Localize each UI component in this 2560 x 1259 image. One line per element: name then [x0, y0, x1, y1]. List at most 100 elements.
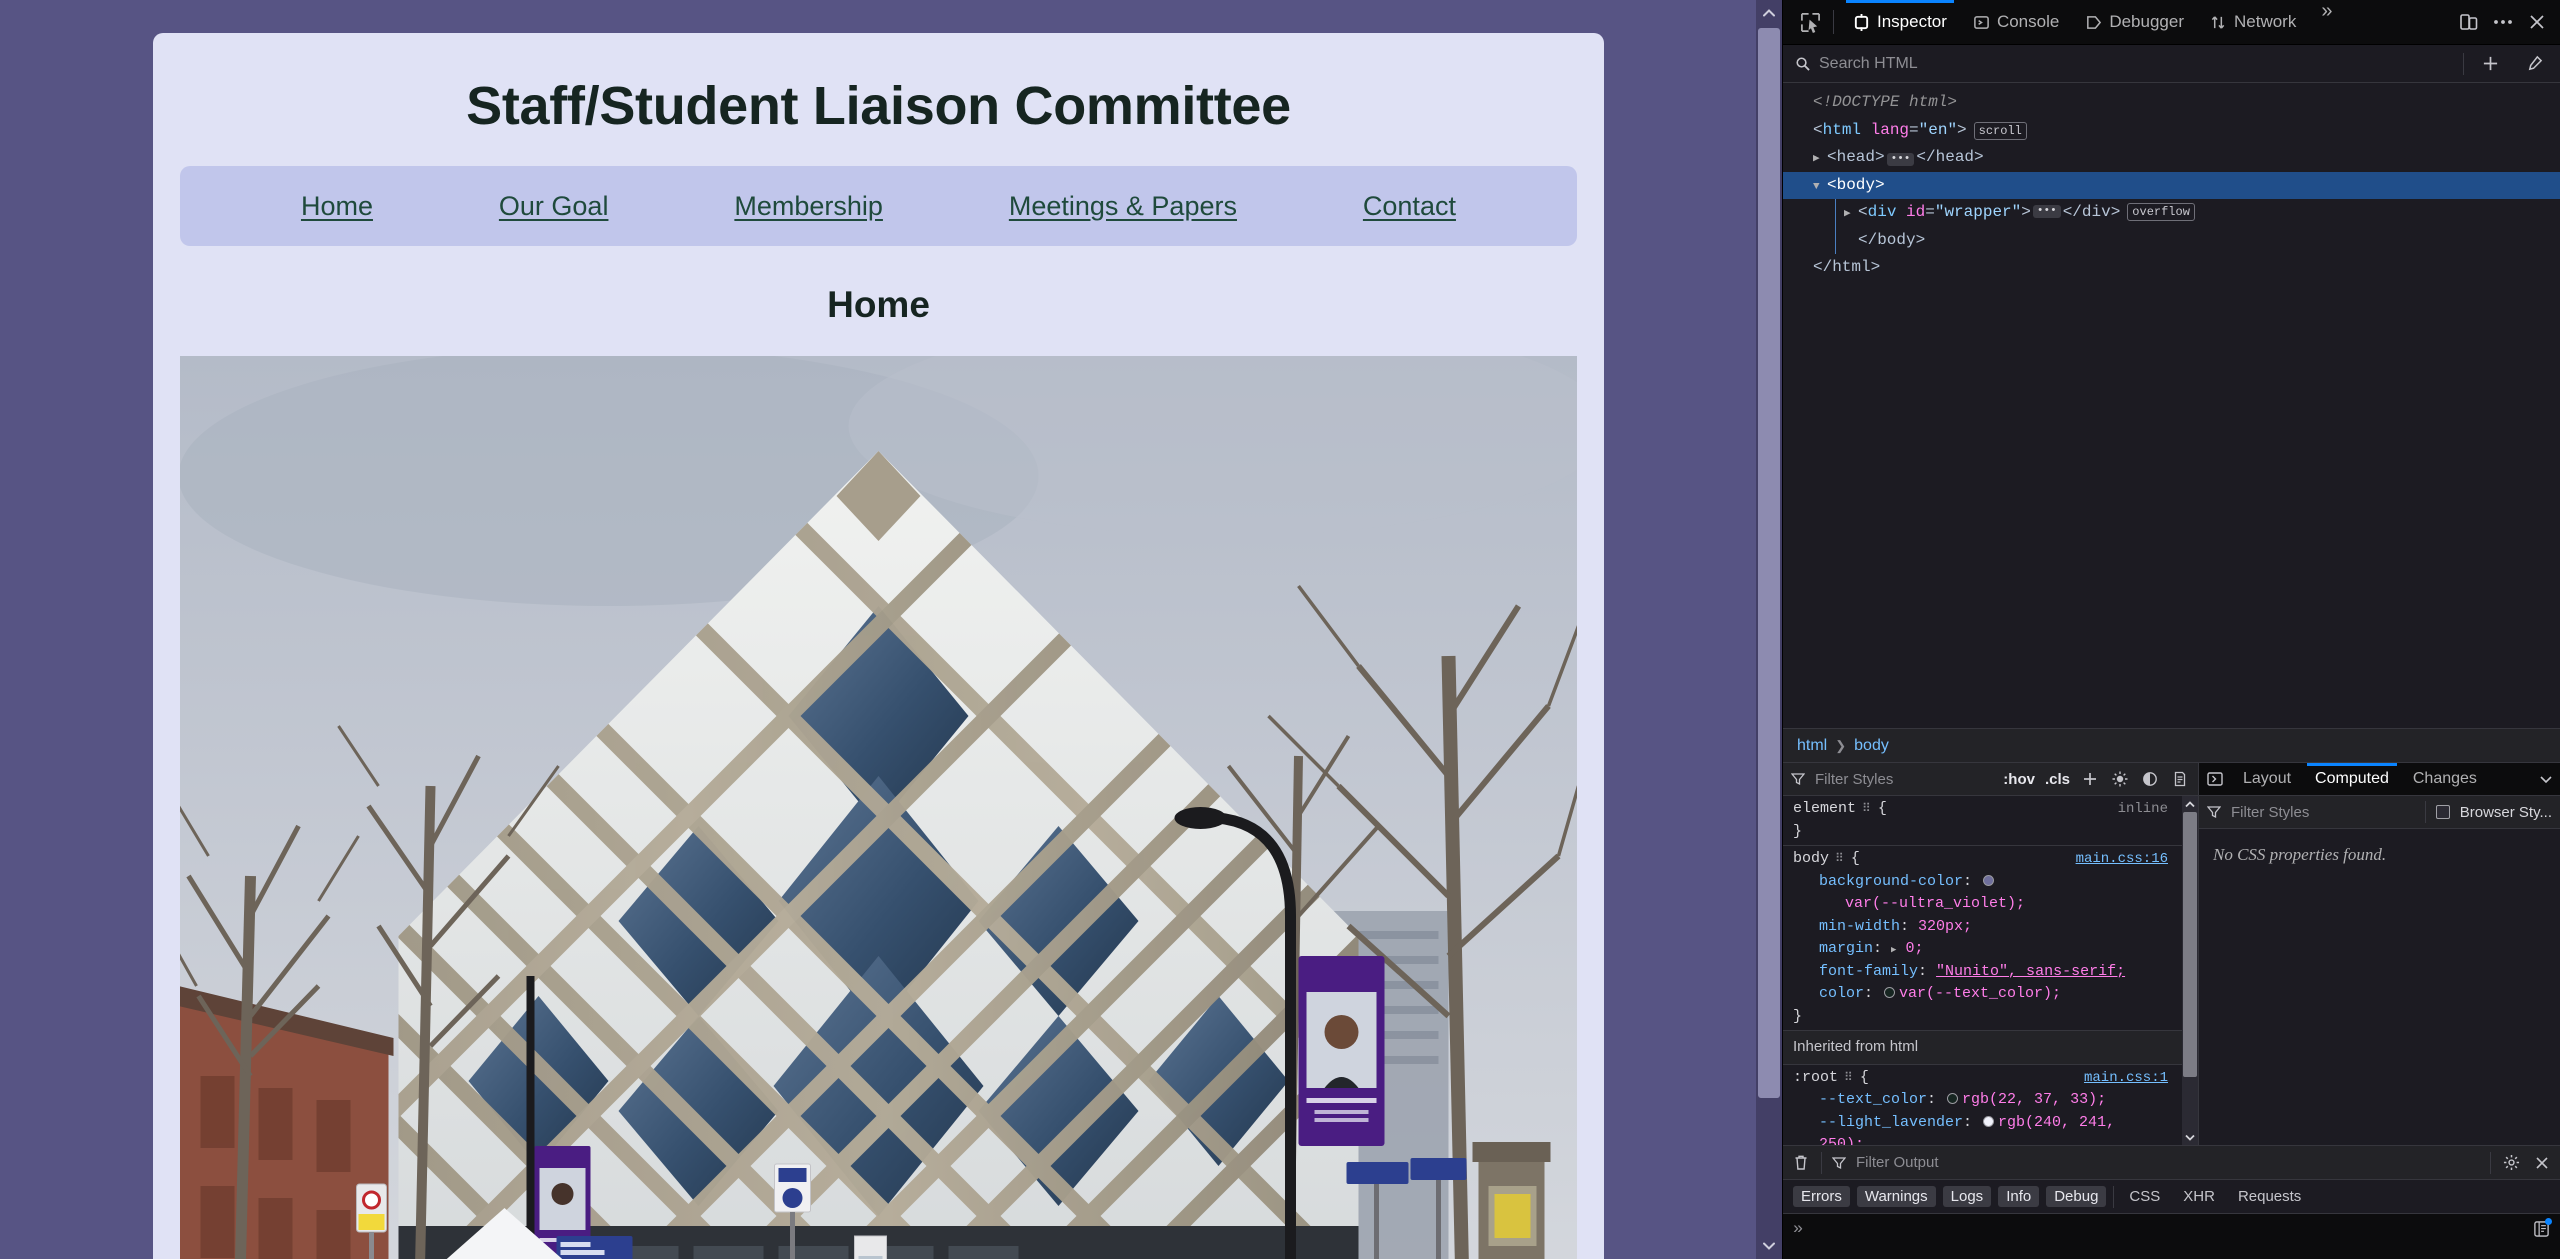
add-node-icon[interactable] — [2473, 55, 2508, 72]
scrollbar-up-arrow-icon[interactable] — [2185, 796, 2195, 812]
tab-changes[interactable]: Changes — [2401, 763, 2489, 795]
eyedropper-icon[interactable] — [2517, 55, 2552, 72]
nav-link-meetings-papers[interactable]: Meetings & Papers — [1009, 191, 1237, 222]
declaration-light-lavender[interactable]: --light_lavender: rgb(240, 241, 250); — [1793, 1112, 2168, 1146]
head-twisty-icon[interactable]: ▶ — [1813, 150, 1827, 169]
print-media-icon[interactable] — [2170, 771, 2190, 787]
declaration-property[interactable]: --light_lavender — [1819, 1114, 1963, 1131]
markup-line-body[interactable]: ▼ <body> — [1783, 171, 2560, 200]
more-options-icon[interactable] — [2486, 4, 2520, 40]
computed-filter-input[interactable]: Filter Styles — [2231, 804, 2309, 821]
declaration-margin[interactable]: margin: ▶ 0; — [1793, 938, 2168, 961]
css-rule-root[interactable]: :root ⠿ { main.css:1 --text_color: rgb(2… — [1783, 1065, 2198, 1146]
filter-requests-button[interactable]: Requests — [2230, 1186, 2309, 1207]
multiline-editor-icon[interactable] — [2533, 1218, 2552, 1238]
declaration-color[interactable]: color: var(--text_color); — [1793, 983, 2168, 1006]
breadcrumb-item-html[interactable]: html — [1797, 737, 1827, 755]
body-twisty-icon[interactable]: ▼ — [1813, 178, 1827, 197]
nav-link-our-goal[interactable]: Our Goal — [499, 191, 609, 222]
declaration-value[interactable]: 0; — [1905, 940, 1923, 957]
chevron-down-icon[interactable] — [2532, 763, 2560, 795]
rule-selector[interactable]: :root — [1793, 1067, 1838, 1090]
scrollbar-down-arrow-icon[interactable] — [2185, 1129, 2195, 1145]
scrollbar-thumb[interactable] — [1758, 28, 1780, 1098]
scrollbar-up-arrow-icon[interactable] — [1756, 0, 1782, 26]
console-filter-input[interactable]: Filter Output — [1856, 1154, 1939, 1171]
rule-source-link[interactable]: main.css:16 — [2076, 849, 2168, 870]
color-swatch[interactable] — [1983, 874, 1995, 886]
declaration-property[interactable]: margin — [1819, 940, 1873, 957]
responsive-design-mode-icon[interactable] — [2452, 4, 2486, 40]
color-swatch[interactable] — [1983, 1115, 1995, 1127]
declaration-value[interactable]: 320px; — [1918, 918, 1972, 935]
overflow-badge[interactable]: overflow — [2127, 202, 2195, 221]
styles-filter-input[interactable]: Filter Styles — [1815, 771, 1893, 788]
scrollbar-down-arrow-icon[interactable] — [1756, 1233, 1782, 1259]
markup-line-html[interactable]: < html lang = "en" > scroll — [1783, 117, 2560, 145]
filter-logs-button[interactable]: Logs — [1942, 1186, 1992, 1207]
declaration-property[interactable]: --text_color — [1819, 1091, 1927, 1108]
html-markup-view[interactable]: <!DOCTYPE html> < html lang = "en" > scroll … — [1783, 83, 2560, 728]
declaration-value[interactable]: var(--text_color); — [1899, 985, 2061, 1002]
page-scrollbar[interactable] — [1756, 0, 1782, 1259]
tab-network[interactable]: Network — [2197, 0, 2309, 45]
filter-warnings-button[interactable]: Warnings — [1856, 1186, 1936, 1207]
filter-xhr-button[interactable]: XHR — [2175, 1186, 2223, 1207]
tab-console[interactable]: Console — [1960, 0, 2072, 45]
add-rule-icon[interactable] — [2080, 771, 2100, 787]
declaration-property[interactable]: font-family — [1819, 963, 1918, 980]
breadcrumb-item-body[interactable]: body — [1854, 737, 1889, 755]
toggle-sidebar-icon[interactable] — [2199, 763, 2231, 795]
gear-icon[interactable] — [2501, 1154, 2522, 1171]
declaration-value[interactable]: "Nunito", sans-serif; — [1936, 963, 2125, 980]
declaration-min-width[interactable]: min-width: 320px; — [1793, 916, 2168, 939]
css-rule-element[interactable]: element ⠿ { inline } — [1783, 796, 2198, 846]
rule-source-link[interactable]: main.css:1 — [2084, 1068, 2168, 1089]
color-swatch[interactable] — [1884, 987, 1896, 998]
declaration-text-color[interactable]: --text_color: rgb(22, 37, 33); — [1793, 1089, 2168, 1112]
css-rule-body[interactable]: body ⠿ { main.css:16 background-color: v… — [1783, 846, 2198, 1031]
nav-link-contact[interactable]: Contact — [1363, 191, 1456, 222]
grid-toggle-icon[interactable]: ⠿ — [1862, 800, 1872, 818]
grid-toggle-icon[interactable]: ⠿ — [1835, 850, 1845, 868]
tab-computed[interactable]: Computed — [2303, 763, 2401, 795]
trash-icon[interactable] — [1791, 1154, 1811, 1171]
declaration-value[interactable]: rgb(22, 37, 33); — [1962, 1091, 2106, 1108]
nav-link-home[interactable]: Home — [301, 191, 373, 222]
collapsed-children-icon[interactable]: ••• — [2032, 205, 2061, 219]
div-attr-name[interactable]: id — [1906, 203, 1925, 221]
scrollbar-thumb[interactable] — [2183, 812, 2197, 1077]
grid-toggle-icon[interactable]: ⠿ — [1844, 1069, 1854, 1087]
filter-css-button[interactable]: CSS — [2121, 1186, 2168, 1207]
rule-selector[interactable]: element — [1793, 798, 1856, 821]
color-swatch[interactable] — [1947, 1093, 1959, 1104]
declaration-font-family[interactable]: font-family: "Nunito", sans-serif; — [1793, 961, 2168, 984]
dark-color-scheme-icon[interactable] — [2140, 771, 2160, 787]
html-attr-value[interactable]: "en" — [1919, 117, 1957, 145]
markup-line-head[interactable]: ▶ <head> ••• </head> — [1783, 144, 2560, 172]
class-toggle[interactable]: .cls — [2045, 771, 2070, 788]
console-input-row[interactable]: » — [1783, 1214, 2560, 1259]
element-picker-icon[interactable] — [1793, 4, 1827, 40]
declaration-property[interactable]: color — [1819, 985, 1864, 1002]
filter-errors-button[interactable]: Errors — [1793, 1186, 1850, 1207]
html-attr-name[interactable]: lang — [1871, 117, 1909, 145]
declaration-background-color[interactable]: background-color: var(--ultra_violet); — [1793, 871, 2168, 916]
css-rules-list[interactable]: element ⠿ { inline } body ⠿ {main.css:1… — [1783, 796, 2198, 1145]
collapsed-children-icon[interactable]: ••• — [1886, 153, 1915, 167]
declaration-property[interactable]: background-color — [1819, 873, 1963, 890]
browser-styles-checkbox[interactable] — [2435, 805, 2450, 819]
light-color-scheme-icon[interactable] — [2110, 771, 2130, 787]
tab-inspector[interactable]: Inspector — [1840, 0, 1960, 45]
search-input[interactable]: Search HTML — [1819, 55, 1918, 73]
declaration-value[interactable]: var(--ultra_violet); — [1845, 895, 2025, 912]
tab-overflow-chevron-icon[interactable]: » — [2309, 0, 2344, 45]
declaration-property[interactable]: min-width — [1819, 918, 1900, 935]
wrapper-twisty-icon[interactable]: ▶ — [1844, 205, 1858, 224]
close-icon[interactable] — [2520, 4, 2554, 40]
expand-shorthand-icon[interactable]: ▶ — [1891, 945, 1896, 955]
nav-link-membership[interactable]: Membership — [734, 191, 883, 222]
filter-info-button[interactable]: Info — [1998, 1186, 2040, 1207]
close-icon[interactable] — [2532, 1155, 2552, 1171]
div-attr-value[interactable]: "wrapper" — [1935, 203, 2021, 221]
